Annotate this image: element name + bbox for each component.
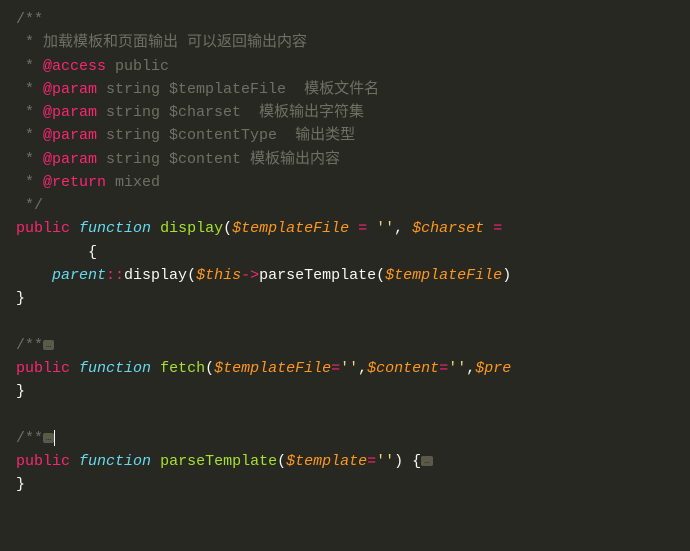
doc-tag-param: @param [43, 104, 97, 121]
equals: = [331, 360, 340, 377]
string-empty: '' [376, 220, 394, 237]
doc-text: public [106, 58, 169, 75]
docblock-open: /** [16, 337, 43, 354]
paren: ) [394, 453, 403, 470]
doc-star: * [16, 104, 43, 121]
comma: , [466, 360, 475, 377]
fold-marker-icon[interactable]: … [421, 456, 432, 466]
doc-star: * [16, 127, 43, 144]
paren: ( [223, 220, 232, 237]
doc-text: string $contentType 输出类型 [97, 127, 355, 144]
keyword-public: public [16, 453, 70, 470]
doc-text: string $charset 模板输出字符集 [97, 104, 364, 121]
param-charset: $charset [412, 220, 484, 237]
doc-star: * [16, 58, 43, 75]
equals: = [484, 220, 511, 237]
function-name-parsetemplate: parseTemplate [160, 453, 277, 470]
var-this: $this [196, 267, 241, 284]
docblock-close: */ [16, 197, 43, 214]
param-template: $template [286, 453, 367, 470]
keyword-parent: parent [52, 267, 106, 284]
string-empty: '' [340, 360, 358, 377]
brace-close: } [16, 290, 25, 307]
keyword-public: public [16, 360, 70, 377]
paren: ( [205, 360, 214, 377]
docblock-open: /** [16, 11, 43, 28]
function-name-fetch: fetch [160, 360, 205, 377]
brace-close: } [16, 383, 25, 400]
param-pre: $pre [475, 360, 511, 377]
text-cursor [54, 430, 55, 446]
keyword-function: function [79, 360, 151, 377]
code-editor[interactable]: /** * 加载模板和页面输出 可以返回输出内容 * @access publi… [0, 8, 690, 496]
arrow-op: -> [241, 267, 259, 284]
param-templatefile: $templateFile [232, 220, 349, 237]
call-display: display [124, 267, 187, 284]
doc-tag-param: @param [43, 151, 97, 168]
brace-close: } [16, 476, 25, 493]
comma: , [394, 220, 412, 237]
keyword-function: function [79, 220, 151, 237]
paren: ( [277, 453, 286, 470]
doc-tag-return: @return [43, 174, 106, 191]
brace-open: { [88, 244, 97, 261]
param-content: $content [367, 360, 439, 377]
doc-star: * [16, 34, 43, 51]
doc-star: * [16, 174, 43, 191]
keyword-function: function [79, 453, 151, 470]
scope-op: :: [106, 267, 124, 284]
keyword-public: public [16, 220, 70, 237]
fold-marker-icon[interactable]: … [43, 433, 54, 443]
string-empty: '' [448, 360, 466, 377]
paren: ( [376, 267, 385, 284]
param-templatefile: $templateFile [214, 360, 331, 377]
doc-text: string $content 模板输出内容 [97, 151, 340, 168]
doc-tag-param: @param [43, 81, 97, 98]
call-parsetemplate: parseTemplate [259, 267, 376, 284]
paren: ) [502, 267, 511, 284]
doc-tag-access: @access [43, 58, 106, 75]
docblock-open: /** [16, 430, 43, 447]
doc-text: mixed [106, 174, 160, 191]
doc-text: string $templateFile 模板文件名 [97, 81, 379, 98]
function-name-display: display [160, 220, 223, 237]
comma: , [358, 360, 367, 377]
var-templatefile: $templateFile [385, 267, 502, 284]
equals: = [439, 360, 448, 377]
doc-text: 加载模板和页面输出 可以返回输出内容 [43, 34, 307, 51]
doc-tag-param: @param [43, 127, 97, 144]
doc-star: * [16, 151, 43, 168]
fold-marker-icon[interactable]: … [43, 340, 54, 350]
equals: = [349, 220, 376, 237]
paren: ( [187, 267, 196, 284]
doc-star: * [16, 81, 43, 98]
brace-open: { [403, 453, 421, 470]
string-empty: '' [376, 453, 394, 470]
equals: = [367, 453, 376, 470]
